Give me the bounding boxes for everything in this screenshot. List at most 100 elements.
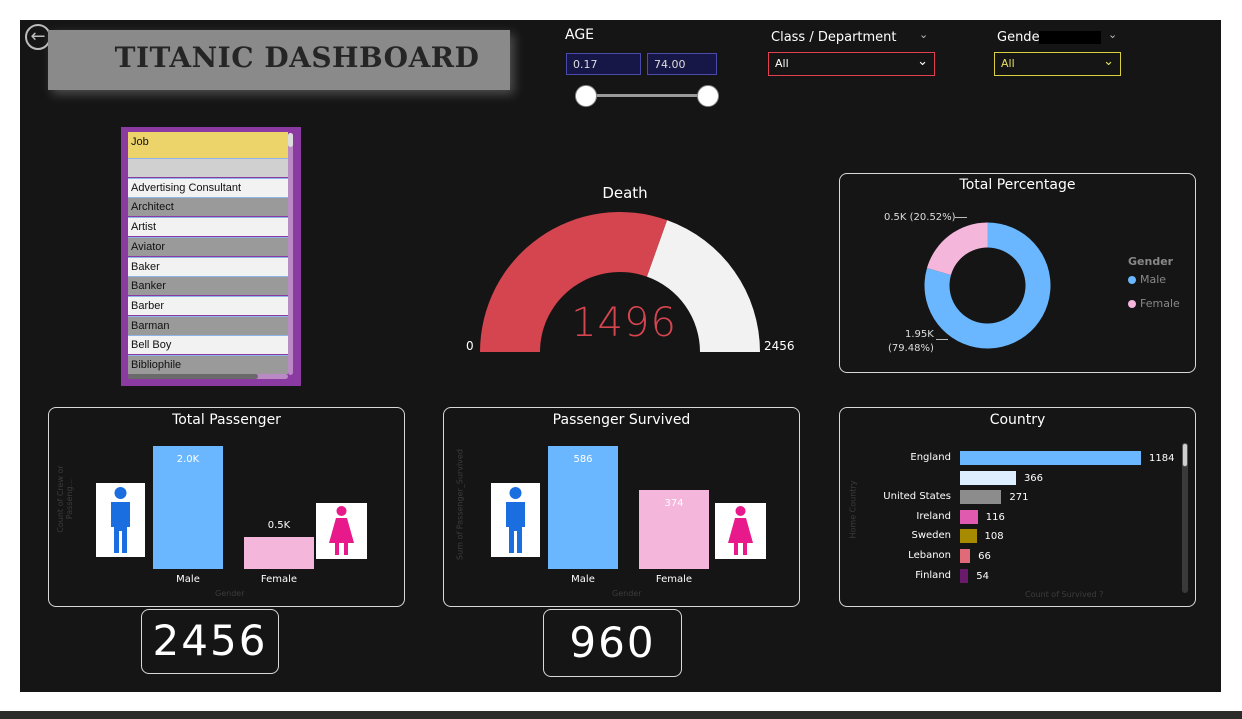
legend-marker-male	[1128, 276, 1136, 284]
male-person-icon	[506, 487, 525, 553]
country-label: England	[910, 452, 951, 463]
passenger-survived-title: Passenger Survived	[552, 412, 691, 428]
country-value-label: 1184	[1149, 453, 1175, 464]
country-bar[interactable]	[960, 529, 977, 544]
gender-donut-chart	[924, 222, 1051, 349]
job-list-item[interactable]: Bibliophile	[128, 355, 288, 374]
chevron-down-icon: ⌄	[917, 54, 928, 69]
gauge-min-label: 0	[466, 339, 474, 353]
gender-filter-label: Gender	[997, 30, 1117, 45]
country-bar[interactable]	[960, 509, 978, 524]
female-person-icon	[329, 506, 354, 555]
age-filter-label: AGE	[565, 27, 595, 43]
tp-category-label: Female	[260, 574, 298, 585]
donut-leader-line	[936, 339, 948, 340]
gender-dropdown-value: All	[1001, 57, 1015, 70]
gender-label-highlight	[1039, 31, 1101, 44]
passenger-survived-y-axis: Sum of Passenger_Survived	[455, 449, 465, 560]
male-person-card	[491, 483, 540, 557]
total-percentage-title: Total Percentage	[959, 177, 1076, 193]
job-list-scrollbar[interactable]	[288, 133, 293, 375]
female-person-card	[316, 503, 367, 559]
legend-label-male: Male	[1140, 273, 1167, 286]
donut-legend-title: Gender	[1128, 255, 1174, 268]
country-label: United States	[883, 491, 951, 503]
tp-value-label: 0.5K	[267, 520, 291, 532]
age-slider-track[interactable]	[586, 94, 708, 97]
country-title: Country	[989, 412, 1046, 428]
country-bar[interactable]	[960, 490, 1002, 505]
country-value-label: 66	[978, 551, 991, 562]
age-min-input[interactable]: 0.17	[566, 53, 641, 75]
country-value-label: 116	[985, 511, 1005, 523]
country-label: Ireland	[916, 510, 951, 522]
age-max-input[interactable]: 74.00	[647, 53, 717, 75]
tp-bar-female[interactable]	[244, 537, 314, 569]
donut-label-male: 1.95K	[905, 329, 934, 340]
country-bar[interactable]	[960, 549, 971, 563]
country-label: Lebanon	[908, 550, 951, 561]
tp-category-label: Male	[176, 574, 200, 585]
gauge-max-label: 2456	[764, 339, 795, 353]
donut-slice-female[interactable]	[926, 222, 988, 275]
bottom-bar	[0, 711, 1242, 719]
country-value-label: 108	[984, 531, 1004, 543]
job-list-item[interactable]: Bell Boy	[128, 335, 288, 355]
job-list-item[interactable]: Barber	[128, 295, 288, 315]
ps-category-label: Male	[571, 574, 595, 585]
class-filter-label: Class / Department	[771, 30, 897, 45]
chevron-down-icon[interactable]: ⌄	[919, 28, 928, 41]
job-list-header: Job	[128, 132, 288, 158]
job-list-item[interactable]: Banker	[128, 276, 288, 296]
passenger-survived-card: 960	[543, 609, 682, 677]
class-dropdown[interactable]: All ⌄	[768, 52, 935, 76]
page-title: TITANIC DASHBOARD	[114, 41, 480, 74]
country-value-label: 54	[976, 570, 989, 582]
job-list-hscrollbar[interactable]	[128, 374, 288, 379]
total-passenger-card: 2456	[141, 609, 279, 674]
job-list-item[interactable]: Baker	[128, 256, 288, 276]
gender-dropdown[interactable]: All ⌄	[994, 52, 1121, 76]
country-bar[interactable]	[960, 568, 969, 583]
gender-filter-label-text: Gender	[997, 30, 1045, 45]
country-value-label: 366	[1023, 472, 1044, 484]
total-passenger-title: Total Passenger	[172, 412, 281, 428]
female-person-card	[715, 503, 766, 559]
class-dropdown-value: All	[775, 57, 789, 70]
chevron-down-icon: ⌄	[1103, 54, 1114, 69]
female-person-icon	[728, 506, 753, 555]
country-x-axis: Count of Survived ?	[1025, 590, 1104, 599]
donut-leader-line	[955, 217, 967, 218]
job-list-item[interactable]: Barman	[128, 315, 288, 335]
age-slider-min-handle[interactable]	[575, 85, 597, 107]
age-slider-max-handle[interactable]	[697, 85, 719, 107]
job-list-item[interactable]: Artist	[128, 217, 288, 237]
legend-label-female: Female	[1140, 297, 1180, 310]
country-bar[interactable]	[960, 451, 1141, 465]
male-person-card	[96, 483, 145, 557]
job-list-item[interactable]: Advertising Consultant	[128, 177, 288, 197]
death-gauge-value: 1496	[571, 300, 677, 346]
total-passenger-y-axis: Count of Crew or Passeng...	[56, 465, 74, 533]
country-value-label: 271	[1009, 492, 1029, 504]
death-gauge-title: Death	[602, 184, 648, 202]
ps-value-label: 586	[573, 454, 593, 465]
ps-category-label: Female	[655, 574, 693, 585]
job-list-item[interactable]	[128, 158, 288, 177]
chevron-down-icon[interactable]: ⌄	[1108, 28, 1117, 41]
passenger-survived-x-axis: Gender	[612, 589, 642, 598]
tp-value-label: 2.0K	[176, 454, 200, 465]
country-label: Sweden	[911, 530, 951, 542]
male-person-icon	[111, 487, 130, 553]
job-slicer[interactable]: Job Advertising Consultant Architect Artis…	[121, 127, 301, 386]
job-list-item[interactable]: Aviator	[128, 236, 288, 256]
total-passenger-x-axis: Gender	[215, 589, 245, 598]
country-scrollbar[interactable]	[1182, 443, 1188, 593]
ps-value-label: 374	[664, 498, 684, 510]
country-label: Finland	[915, 569, 951, 581]
country-bar[interactable]	[960, 470, 1016, 485]
donut-label-male-pct: (79.48%)	[888, 343, 934, 354]
job-list-item[interactable]: Architect	[128, 197, 288, 217]
donut-label-female: 0.5K (20.52%)	[884, 212, 956, 223]
legend-marker-female	[1128, 300, 1136, 308]
